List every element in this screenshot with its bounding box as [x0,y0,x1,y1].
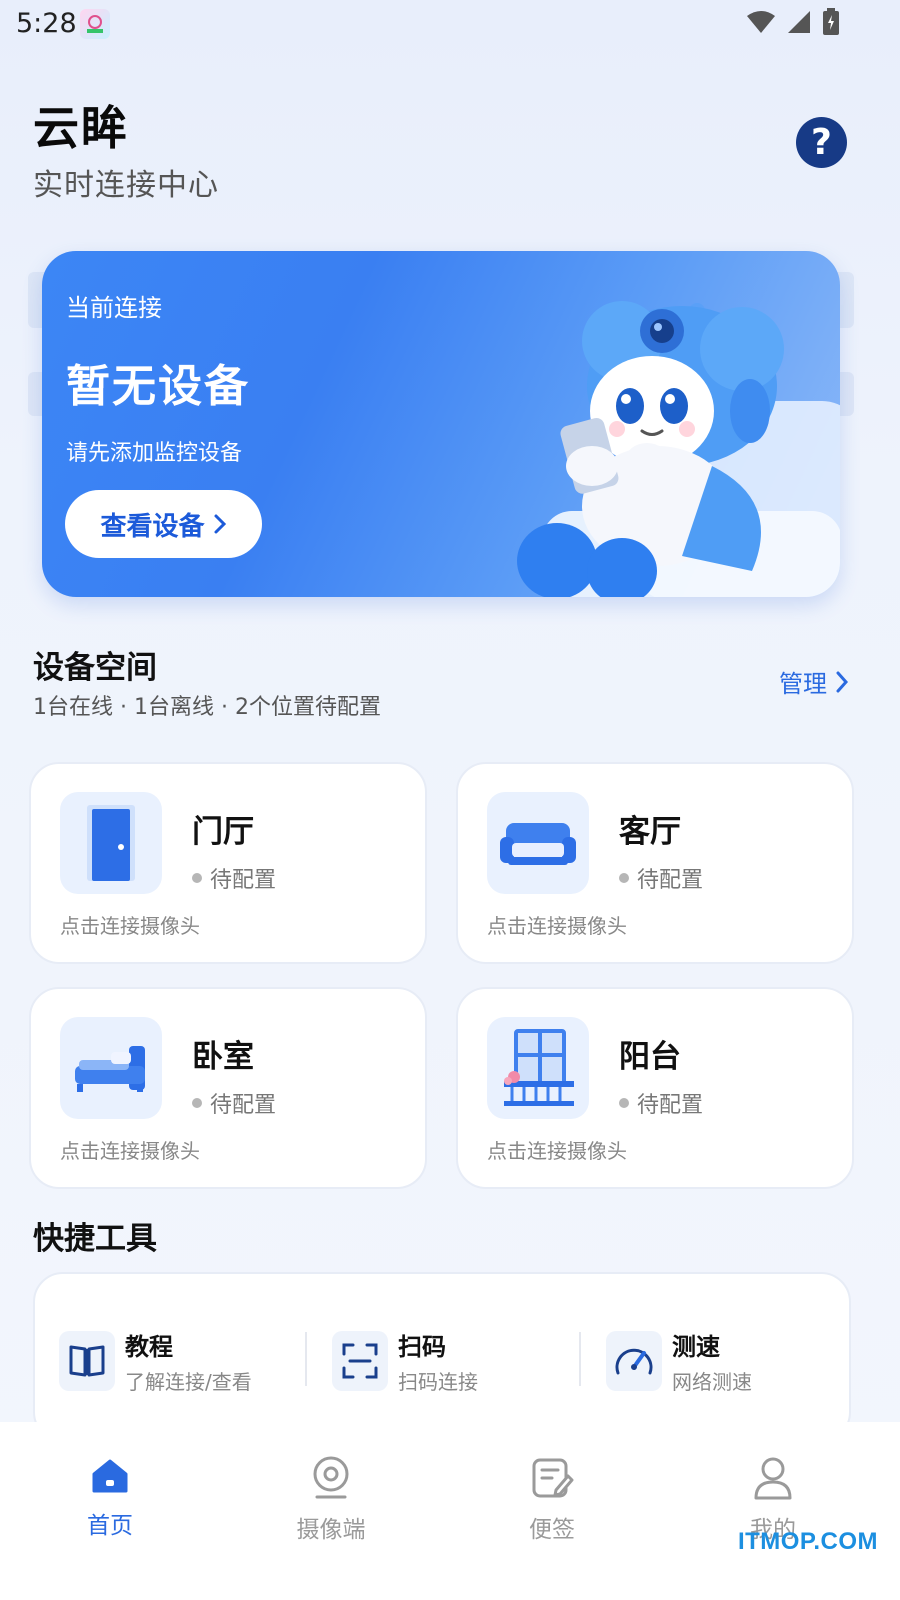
device-name: 门厅 [192,814,254,850]
status-dot [619,1098,629,1108]
tool-name: 测速 [672,1333,720,1361]
device-hint: 点击连接摄像头 [60,1139,200,1163]
tool-desc: 扫码连接 [398,1370,478,1394]
robot-mascot-illustration [517,301,840,597]
device-section-title: 设备空间 [33,650,157,686]
app-subtitle: 实时连接中心 [33,168,219,203]
wifi-icon [747,11,775,33]
tool-name: 扫码 [398,1333,446,1361]
device-hint: 点击连接摄像头 [487,914,627,938]
help-button[interactable]: ? [796,117,847,168]
manage-link[interactable]: 管理 [779,664,849,699]
manage-label: 管理 [779,670,827,698]
bottom-nav: 首页 摄像端 便签 我的 [0,1422,900,1600]
device-name: 阳台 [619,1039,681,1075]
device-status: 待配置 [192,862,276,894]
view-devices-label: 查看设备 [100,511,205,542]
current-connection-card[interactable]: 当前连接 暂无设备 请先添加监控设备 查看设备 [42,251,840,597]
profile-icon [754,1457,792,1500]
view-devices-button[interactable]: 查看设备 [65,490,262,558]
note-icon [532,1458,574,1498]
device-status-label: 待配置 [210,868,277,893]
signal-icon [788,11,810,33]
status-dot [619,873,629,883]
chevron-right-icon [836,671,849,692]
watermark-text: ITMOP.COM [737,1528,878,1555]
app-notification-icon [80,9,110,39]
hero-title: 暂无设备 [66,361,250,412]
device-card[interactable]: 门厅 待配置 点击连接摄像头 [29,762,427,964]
help-icon: ? [811,122,832,163]
tool-desc: 网络测速 [672,1370,752,1394]
app-title: 云眸 [33,101,129,155]
sofa-icon [487,792,589,894]
hero-label: 当前连接 [66,294,162,322]
device-name: 卧室 [192,1039,254,1075]
device-status-label: 待配置 [210,1093,277,1118]
device-status: 待配置 [619,862,703,894]
device-card[interactable]: 卧室 待配置 点击连接摄像头 [29,987,427,1189]
home-icon [92,1459,128,1493]
device-status: 待配置 [192,1087,276,1119]
nav-label: 便签 [529,1517,575,1543]
scan-icon [332,1331,388,1391]
device-status-label: 待配置 [637,1093,704,1118]
device-status-label: 待配置 [637,868,704,893]
status-dot [192,1098,202,1108]
door-icon [60,792,162,894]
device-hint: 点击连接摄像头 [60,914,200,938]
battery-icon [823,8,839,35]
speedometer-icon [606,1331,662,1391]
tool-scan[interactable]: 扫码 扫码连接 [332,1326,478,1396]
status-indicators [746,8,840,36]
status-time: 5:28 [16,8,77,39]
tools-card: 教程 了解连接/查看 扫码 扫码连接 测速 网络测速 [33,1272,851,1442]
status-dot [192,873,202,883]
nav-label: 摄像端 [296,1517,366,1543]
divider [305,1332,307,1386]
device-status: 待配置 [619,1087,703,1119]
tool-speedtest[interactable]: 测速 网络测速 [606,1326,752,1396]
hero-description: 请先添加监控设备 [66,441,243,466]
status-bar: 5:28 [0,0,900,50]
book-icon [59,1331,115,1391]
divider [579,1332,581,1386]
device-name: 客厅 [619,814,681,850]
nav-label: 首页 [87,1513,133,1539]
nav-camera[interactable]: 摄像端 [266,1456,396,1544]
camera-icon [313,1456,349,1499]
nav-note[interactable]: 便签 [487,1456,617,1544]
device-card[interactable]: 客厅 待配置 点击连接摄像头 [456,762,854,964]
bed-icon [60,1017,162,1119]
tool-desc: 了解连接/查看 [125,1370,252,1394]
tools-section-title: 快捷工具 [33,1221,157,1257]
nav-home[interactable]: 首页 [45,1456,175,1540]
tool-tutorial[interactable]: 教程 了解连接/查看 [59,1326,252,1396]
device-card[interactable]: 阳台 待配置 点击连接摄像头 [456,987,854,1189]
balcony-icon [487,1017,589,1119]
device-hint: 点击连接摄像头 [487,1139,627,1163]
device-summary: 1台在线 · 1台离线 · 2个位置待配置 [33,695,381,720]
tool-name: 教程 [125,1333,173,1361]
chevron-right-icon [214,514,226,534]
